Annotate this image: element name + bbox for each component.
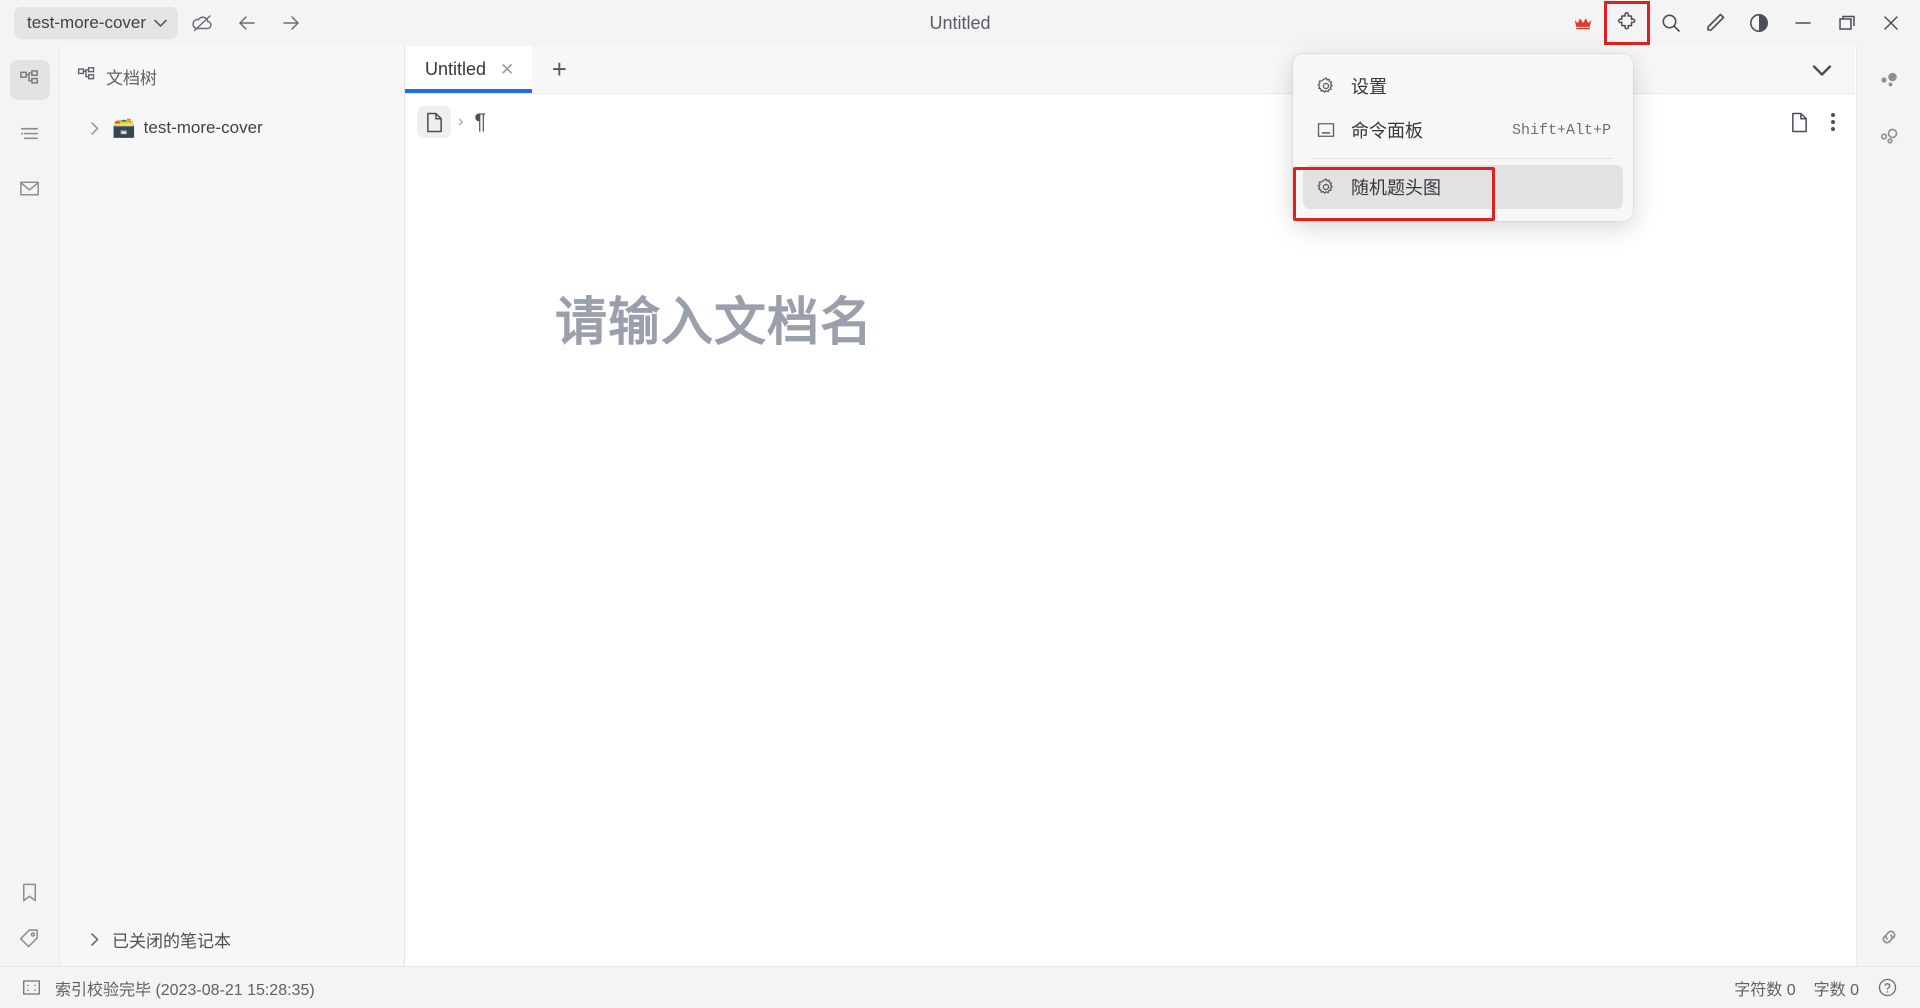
title-bar-left: test-more-cover <box>0 4 310 42</box>
close-icon[interactable]: ✕ <box>500 60 514 80</box>
status-bar-right: 字符数 0 字数 0 <box>1734 976 1898 1000</box>
app-window: test-more-cover Untitled 文档树 🗃️ test-mor… <box>0 0 1920 1008</box>
panel-icon <box>1315 120 1337 140</box>
tab-bar-right <box>1811 46 1855 94</box>
breadcrumb: › ¶ <box>405 94 1855 150</box>
gear-icon <box>1315 76 1337 96</box>
window-controls <box>1562 0 1920 46</box>
right-dock <box>1856 46 1920 966</box>
cloud-off-icon[interactable] <box>184 4 222 42</box>
word-count: 字数 0 <box>1813 981 1859 999</box>
notebook-item[interactable]: 🗃️ test-more-cover <box>60 111 404 145</box>
menu-item-label: 设置 <box>1351 77 1387 97</box>
tab-bar: Untitled ✕ + <box>405 46 1855 94</box>
sidebar-item-link[interactable] <box>1868 924 1910 966</box>
menu-divider <box>1313 158 1613 159</box>
close-icon[interactable] <box>1870 2 1912 44</box>
sidebar-item-inbox[interactable] <box>10 168 50 208</box>
left-dock <box>0 46 60 966</box>
breadcrumb-separator: › <box>458 113 464 130</box>
chevron-down-icon <box>154 19 167 28</box>
minimize-icon[interactable] <box>1782 2 1824 44</box>
editor-area: Untitled ✕ + › ¶ 请输入文档名 <box>405 46 1855 966</box>
menu-item-shortcut: Shift+Alt+P <box>1511 121 1611 139</box>
gear-icon <box>1315 177 1337 197</box>
contrast-icon[interactable] <box>1738 2 1780 44</box>
crown-icon[interactable] <box>1562 2 1604 44</box>
file-icon[interactable] <box>1790 112 1809 133</box>
plugins-button[interactable] <box>1604 1 1650 45</box>
status-bar: 索引校验完毕 (2023-08-21 15:28:35) 字符数 0 字数 0 <box>0 966 1920 1008</box>
menu-item-settings[interactable]: 设置 <box>1303 64 1623 108</box>
maximize-icon[interactable] <box>1826 2 1868 44</box>
tab-untitled[interactable]: Untitled ✕ <box>405 46 533 93</box>
focus-icon[interactable] <box>22 978 41 997</box>
sidebar-item-bookmark[interactable] <box>10 872 50 912</box>
chevron-right-icon[interactable] <box>86 121 104 136</box>
tab-label: Untitled <box>425 59 487 79</box>
status-message: 索引校验完毕 (2023-08-21 15:28:35) <box>55 981 315 999</box>
arrow-right-icon[interactable] <box>272 4 310 42</box>
new-tab-button[interactable]: + <box>532 46 586 93</box>
workspace-selector[interactable]: test-more-cover <box>14 7 179 39</box>
workspace-name: test-more-cover <box>27 13 147 32</box>
sidebar-item-backlinks[interactable] <box>1868 60 1910 102</box>
pencil-icon[interactable] <box>1694 2 1736 44</box>
search-icon[interactable] <box>1650 2 1692 44</box>
tree-icon <box>76 66 97 87</box>
status-bar-left: 索引校验完毕 (2023-08-21 15:28:35) <box>22 976 315 1000</box>
char-count: 字符数 0 <box>1734 981 1796 999</box>
sidebar-item-doc-tree[interactable] <box>9 60 50 100</box>
editor-toolbar-right <box>1790 94 1835 150</box>
arrow-left-icon[interactable] <box>228 4 266 42</box>
panel-title: 文档树 <box>106 69 157 88</box>
menu-item-label: 命令面板 <box>1351 121 1423 141</box>
chevron-right-icon[interactable] <box>86 932 104 947</box>
more-vertical-icon[interactable] <box>1831 113 1835 131</box>
sidebar-item-graph[interactable] <box>1868 116 1910 158</box>
title-bar: test-more-cover Untitled <box>0 0 1920 46</box>
menu-item-command-palette[interactable]: 命令面板 Shift+Alt+P <box>1303 108 1623 152</box>
menu-item-label: 随机题头图 <box>1351 178 1441 198</box>
chevron-down-icon[interactable] <box>1811 63 1833 78</box>
notebook-label: test-more-cover <box>143 118 263 137</box>
document-title-input[interactable]: 请输入文档名 <box>555 280 1855 355</box>
menu-item-random-header-image[interactable]: 随机题头图 <box>1303 165 1623 209</box>
closed-notebooks-label: 已关闭的笔记本 <box>112 932 231 951</box>
closed-notebooks-row[interactable]: 已关闭的笔记本 <box>60 927 404 952</box>
doc-tree-panel: 文档树 🗃️ test-more-cover 已关闭的笔记本 <box>60 46 405 966</box>
file-icon[interactable] <box>417 106 451 138</box>
sidebar-item-tag[interactable] <box>10 926 50 966</box>
help-circle-icon[interactable] <box>1877 977 1898 998</box>
pilcrow-icon[interactable]: ¶ <box>470 109 490 135</box>
panel-header: 文档树 <box>60 46 404 89</box>
plugins-dropdown-menu: 设置 命令面板 Shift+Alt+P 随机题头图 <box>1293 54 1633 221</box>
notebook-emoji-icon: 🗃️ <box>112 117 136 139</box>
sidebar-item-outline[interactable] <box>10 114 50 154</box>
